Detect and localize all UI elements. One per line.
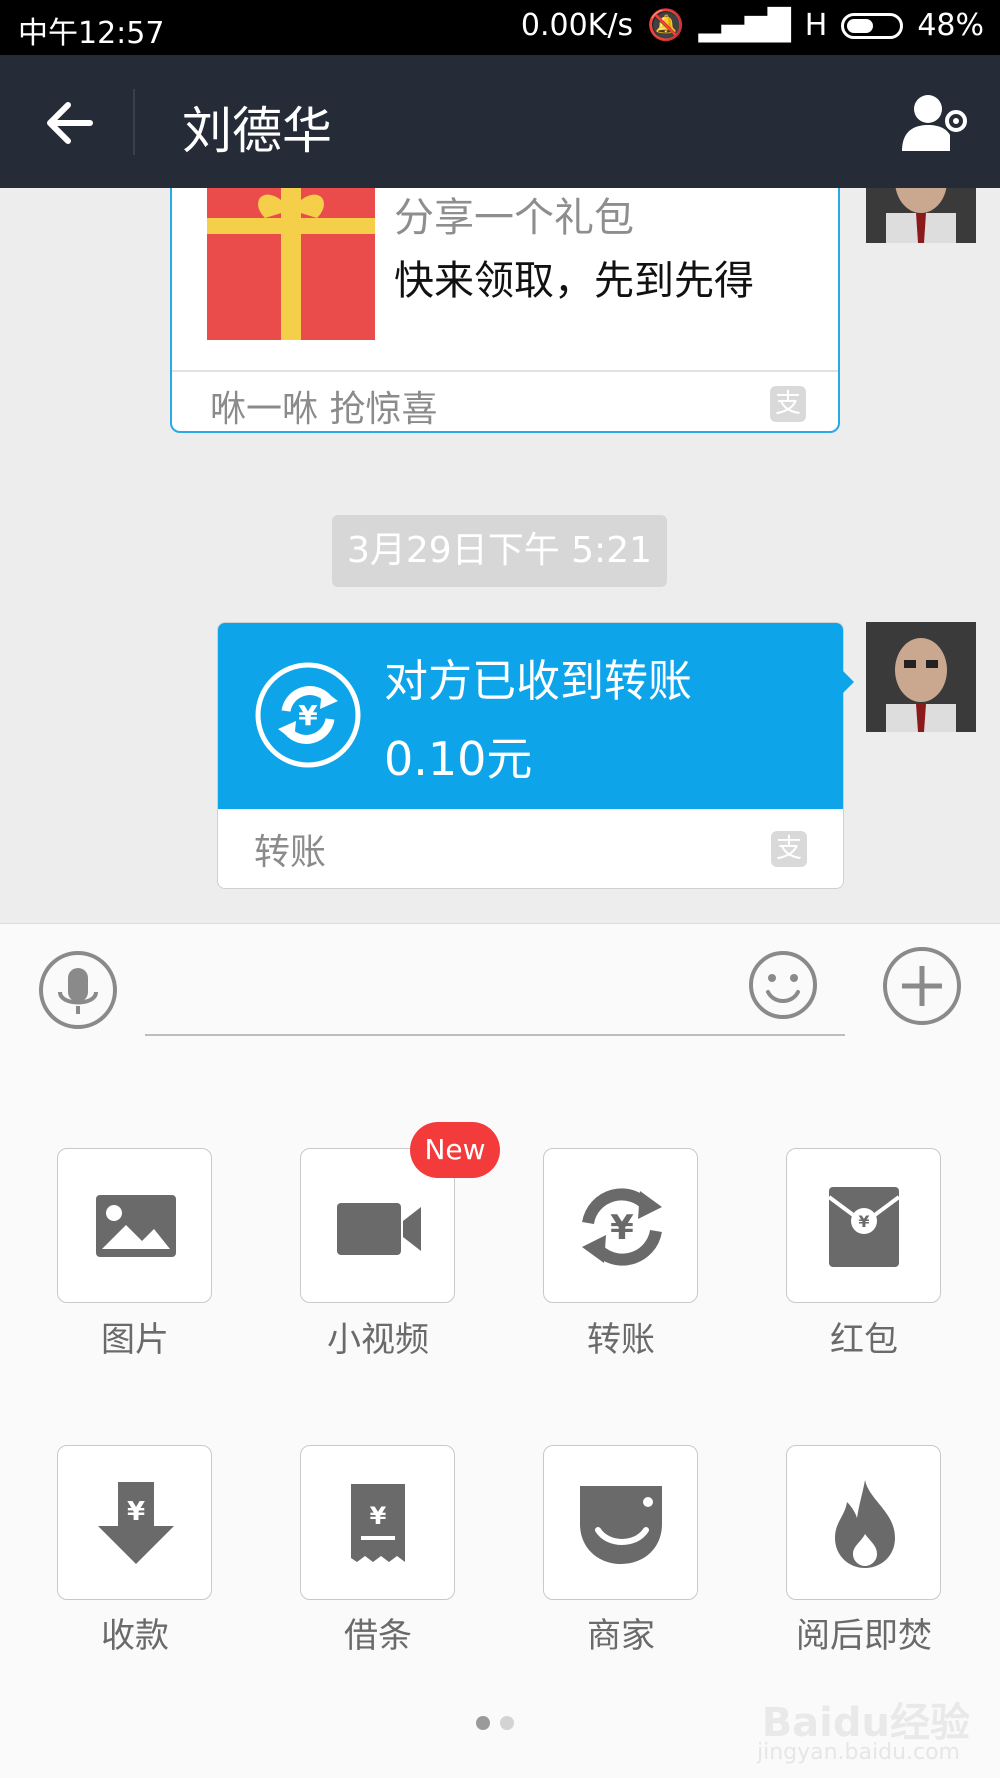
network-type: H <box>804 8 828 43</box>
function-panel: 图片 New 小视频 ¥ 转账 ¥ 红包 ¥ 收款 ¥ 借条 商家 阅后即焚 <box>0 1056 1000 1778</box>
status-time: 中午12:57 <box>18 16 165 51</box>
gift-message-card[interactable]: 分享一个礼包 快来领取，先到先得 咻一咻 抢惊喜 支 <box>170 188 840 433</box>
panel-item-label: 商家 <box>587 1616 655 1656</box>
new-badge: New <box>410 1122 500 1178</box>
transfer-title: 对方已收到转账 <box>384 656 692 707</box>
panel-item-label: 图片 <box>101 1320 169 1360</box>
gift-title: 分享一个礼包 <box>394 195 634 241</box>
microphone-icon[interactable] <box>38 950 118 1030</box>
panel-item-label: 红包 <box>830 1320 898 1360</box>
alipay-icon: 支 <box>771 831 807 867</box>
panel-item-label: 借条 <box>344 1616 412 1656</box>
plus-icon[interactable] <box>882 946 962 1026</box>
merchant-button[interactable] <box>543 1445 698 1600</box>
message-input[interactable] <box>145 954 849 1032</box>
input-bar <box>0 923 1000 1057</box>
page-title: 刘德华 <box>182 102 332 160</box>
svg-text:¥: ¥ <box>858 1212 869 1231</box>
transfer-icon: ¥ <box>582 1188 662 1266</box>
avatar[interactable] <box>866 622 976 732</box>
iou-icon: ¥ <box>351 1484 405 1562</box>
svg-text:¥: ¥ <box>610 1208 634 1248</box>
panel-item-label: 阅后即焚 <box>796 1616 932 1656</box>
card-divider <box>172 370 838 372</box>
transfer-icon: ¥ <box>255 662 361 768</box>
red-envelope-button[interactable]: ¥ <box>786 1148 941 1303</box>
page-dot[interactable] <box>500 1716 514 1730</box>
gift-box-icon <box>207 188 375 340</box>
title-bar: 刘德华 <box>0 55 1000 188</box>
image-icon <box>96 1195 176 1257</box>
transfer-button[interactable]: ¥ <box>543 1148 698 1303</box>
status-right: 0.00K/s 🔕 ▂▄▆█ H 48% <box>521 8 984 43</box>
merchant-icon <box>580 1486 662 1564</box>
message-timestamp: 3月29日下午 5:21 <box>332 515 667 587</box>
avatar[interactable] <box>866 188 976 243</box>
gift-footer: 咻一咻 抢惊喜 <box>210 389 438 430</box>
panel-item-label: 转账 <box>587 1320 655 1360</box>
battery-icon <box>841 12 904 39</box>
input-underline <box>145 1034 845 1036</box>
receive-money-button[interactable]: ¥ <box>57 1445 212 1600</box>
back-arrow-icon[interactable] <box>40 93 100 153</box>
title-divider <box>133 89 135 155</box>
page-dot-active[interactable] <box>476 1716 490 1730</box>
image-button[interactable] <box>57 1148 212 1303</box>
emoji-icon[interactable] <box>748 950 818 1020</box>
svg-text:¥: ¥ <box>370 1502 387 1530</box>
watermark-url: jingyan.baidu.com <box>756 1740 960 1765</box>
receive-money-icon: ¥ <box>98 1482 174 1564</box>
alipay-icon: 支 <box>770 386 806 422</box>
mute-icon: 🔕 <box>647 8 685 43</box>
fire-icon <box>835 1480 895 1568</box>
chat-area[interactable]: 分享一个礼包 快来领取，先到先得 咻一咻 抢惊喜 支 3月29日下午 5:21 … <box>0 188 1000 923</box>
red-envelope-icon: ¥ <box>827 1187 901 1267</box>
transfer-amount: 0.10元 <box>384 732 533 786</box>
bubble-tail <box>840 668 854 696</box>
contact-settings-icon[interactable] <box>900 91 970 155</box>
transfer-message-card[interactable]: ¥ 对方已收到转账 0.10元 转账 支 <box>217 622 844 889</box>
panel-item-label: 收款 <box>101 1616 169 1656</box>
transfer-footer: 转账 <box>254 832 327 873</box>
signal-icon: ▂▄▆█ <box>698 8 791 43</box>
network-speed: 0.00K/s <box>520 8 634 43</box>
iou-button[interactable]: ¥ <box>300 1445 455 1600</box>
battery-percent: 48% <box>917 8 984 43</box>
svg-text:¥: ¥ <box>298 699 318 732</box>
gift-body: 快来领取，先到先得 <box>394 258 754 304</box>
svg-text:¥: ¥ <box>127 1497 145 1527</box>
panel-item-label: 小视频 <box>327 1320 429 1360</box>
burn-after-read-button[interactable] <box>786 1445 941 1600</box>
status-bar: 中午12:57 0.00K/s 🔕 ▂▄▆█ H 48% <box>0 0 1000 55</box>
